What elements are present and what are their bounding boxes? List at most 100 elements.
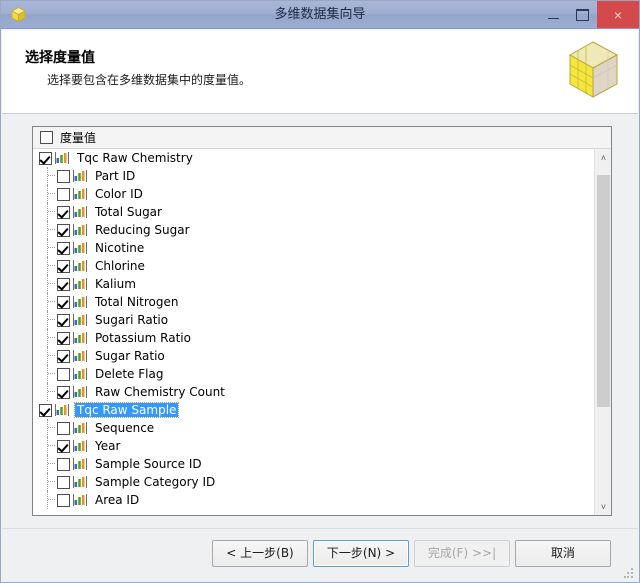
- measure-bar-chart-icon: [73, 296, 87, 308]
- tree-item-label: Part ID: [95, 169, 136, 183]
- measure-bar-chart-icon: [73, 278, 87, 290]
- tree-guide-tick: [48, 499, 55, 501]
- tree-guide-tick: [48, 301, 55, 303]
- tree-item[interactable]: Sugar Ratio: [33, 347, 594, 365]
- tree-item-checkbox[interactable]: [57, 331, 70, 345]
- measure-bar-chart-icon: [73, 224, 87, 236]
- tree-guide-tick: [48, 373, 55, 375]
- tree-item-checkbox[interactable]: [57, 457, 70, 471]
- measure-bar-chart-icon: [55, 152, 69, 164]
- tree-item[interactable]: Part ID: [33, 167, 594, 185]
- measure-bar-chart-icon: [73, 422, 87, 434]
- tree-guide-tick: [48, 463, 55, 465]
- tree-item-label: Color ID: [95, 187, 143, 201]
- tree-item-checkbox[interactable]: [57, 349, 70, 363]
- measure-bar-chart-icon: [73, 188, 87, 200]
- measures-tree[interactable]: Tqc Raw Chemistry Part ID Color ID Total Su…: [33, 149, 611, 515]
- measure-bar-chart-icon: [73, 350, 87, 362]
- tree-item-checkbox[interactable]: [57, 475, 70, 489]
- tree-item-checkbox[interactable]: [57, 205, 70, 219]
- maximize-button[interactable]: [568, 1, 597, 28]
- tree-item[interactable]: Raw Chemistry Count: [33, 383, 594, 401]
- tree-item-label: Total Sugar: [95, 205, 162, 219]
- measures-tree-scrollbar[interactable]: ˄ ˅: [594, 149, 611, 515]
- tree-item-label: Year: [95, 439, 121, 453]
- dialog-body: 度量值 Tqc Raw Chemistry Part ID Color ID Tota…: [2, 114, 638, 528]
- tree-item[interactable]: Tqc Raw Chemistry: [33, 149, 594, 167]
- tree-item-checkbox[interactable]: [57, 295, 70, 309]
- tree-item[interactable]: Chlorine: [33, 257, 594, 275]
- tree-item[interactable]: Tqc Raw Sample: [33, 401, 594, 419]
- measure-bar-chart-icon: [73, 242, 87, 254]
- measure-bar-chart-icon: [73, 476, 87, 488]
- tree-item[interactable]: Nicotine: [33, 239, 594, 257]
- tree-item-label: Total Nitrogen: [95, 295, 179, 309]
- title-bar: 多维数据集向导 ×: [1, 1, 639, 29]
- close-button[interactable]: ×: [597, 1, 639, 28]
- tree-item-checkbox[interactable]: [39, 403, 52, 417]
- tree-item-checkbox[interactable]: [57, 493, 70, 507]
- tree-item[interactable]: Sequence: [33, 419, 594, 437]
- tree-item-label: Kalium: [95, 277, 136, 291]
- measure-bar-chart-icon: [73, 260, 87, 272]
- tree-guide-tick: [48, 265, 55, 267]
- page-title: 选择度量值: [25, 50, 95, 66]
- tree-guide-tick: [48, 481, 55, 483]
- tree-guide-tick: [48, 193, 55, 195]
- tree-item-checkbox[interactable]: [57, 169, 70, 183]
- tree-item-checkbox[interactable]: [57, 259, 70, 273]
- tree-item-checkbox[interactable]: [57, 241, 70, 255]
- tree-item-checkbox[interactable]: [57, 385, 70, 399]
- tree-item[interactable]: Color ID: [33, 185, 594, 203]
- next-button[interactable]: 下一步(N) >: [313, 540, 409, 567]
- tree-item[interactable]: Total Sugar: [33, 203, 594, 221]
- scroll-down-button[interactable]: ˅: [595, 498, 612, 515]
- cube-icon: [562, 37, 624, 103]
- tree-guide-tick: [48, 355, 55, 357]
- tree-item-checkbox[interactable]: [57, 277, 70, 291]
- measure-bar-chart-icon: [73, 386, 87, 398]
- tree-item-label: Tqc Raw Chemistry: [77, 151, 193, 165]
- close-icon: ×: [613, 6, 623, 23]
- minimize-button[interactable]: [539, 1, 568, 28]
- measure-bar-chart-icon: [73, 458, 87, 470]
- measures-group: 度量值 Tqc Raw Chemistry Part ID Color ID Tota…: [32, 126, 612, 516]
- tree-item[interactable]: Sample Source ID: [33, 455, 594, 473]
- tree-item-checkbox[interactable]: [39, 151, 52, 165]
- tree-item[interactable]: Sugari Ratio: [33, 311, 594, 329]
- page-subtitle: 选择要包含在多维数据集中的度量值。: [47, 73, 252, 87]
- tree-item-label: Sugari Ratio: [95, 313, 169, 327]
- tree-item[interactable]: Year: [33, 437, 594, 455]
- measure-bar-chart-icon: [73, 440, 87, 452]
- tree-guide-tick: [48, 427, 55, 429]
- cancel-button[interactable]: 取消: [515, 540, 611, 567]
- tree-item[interactable]: Reducing Sugar: [33, 221, 594, 239]
- tree-guide-tick: [48, 319, 55, 321]
- resize-grip[interactable]: [624, 568, 634, 578]
- tree-item-label: Nicotine: [95, 241, 145, 255]
- scrollbar-thumb[interactable]: [597, 175, 610, 407]
- tree-guide-tick: [48, 247, 55, 249]
- tree-item[interactable]: Area ID: [33, 491, 594, 509]
- tree-guide-tick: [48, 445, 55, 447]
- back-button[interactable]: < 上一步(B): [212, 540, 308, 567]
- tree-item-checkbox[interactable]: [57, 367, 70, 381]
- tree-item-checkbox[interactable]: [57, 187, 70, 201]
- tree-item[interactable]: Sample Category ID: [33, 473, 594, 491]
- tree-item[interactable]: Delete Flag: [33, 365, 594, 383]
- scroll-up-button[interactable]: ˄: [595, 149, 612, 166]
- tree-item-checkbox[interactable]: [57, 223, 70, 237]
- tree-item-label: Reducing Sugar: [95, 223, 190, 237]
- tree-item[interactable]: Total Nitrogen: [33, 293, 594, 311]
- tree-item-checkbox[interactable]: [57, 439, 70, 453]
- measures-group-label: 度量值: [60, 131, 97, 145]
- tree-item-checkbox[interactable]: [57, 421, 70, 435]
- tree-item[interactable]: Kalium: [33, 275, 594, 293]
- tree-item[interactable]: Potassium Ratio: [33, 329, 594, 347]
- measure-bar-chart-icon: [55, 404, 69, 416]
- measures-group-checkbox[interactable]: [40, 131, 53, 144]
- measure-bar-chart-icon: [73, 368, 87, 380]
- tree-item-label: Raw Chemistry Count: [95, 385, 225, 399]
- tree-item-checkbox[interactable]: [57, 313, 70, 327]
- tree-item-label: Sugar Ratio: [95, 349, 165, 363]
